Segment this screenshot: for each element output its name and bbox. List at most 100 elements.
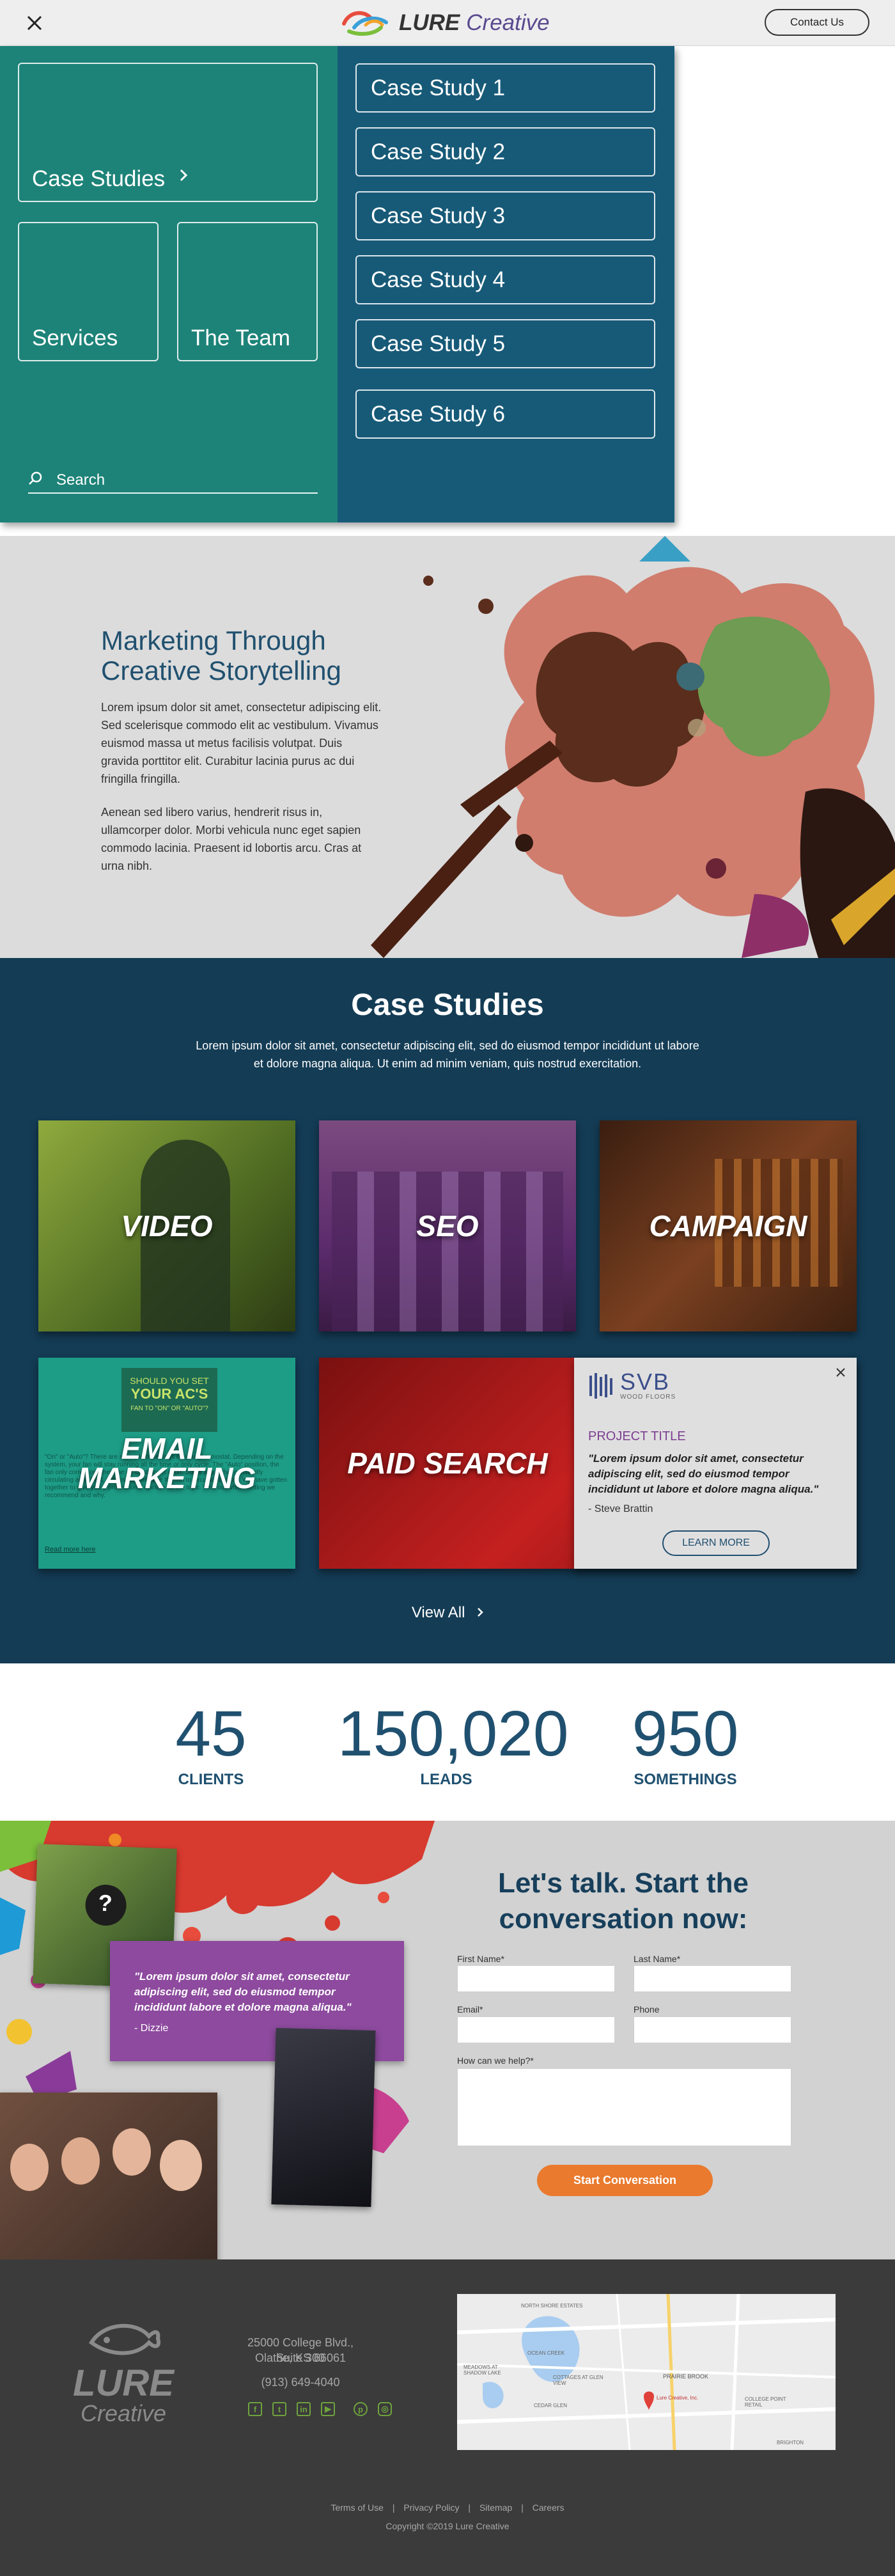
label-phone: Phone (634, 2004, 660, 2014)
footer-address-line2: Olathe, KS 66061 (254, 2352, 346, 2364)
linkedin-icon[interactable]: in (297, 2402, 311, 2416)
map-label: OCEAN CREEK (527, 2350, 565, 2356)
card-campaign[interactable]: CAMPAIGN (600, 1120, 857, 1331)
phone-input[interactable] (634, 2016, 791, 2043)
popup-close-icon[interactable] (835, 1367, 846, 1378)
stat-label: LEADS (420, 1771, 472, 1788)
search-field[interactable]: Search (28, 468, 318, 494)
stat-value: 45 (175, 1698, 247, 1770)
svb-logo-text: SVB (620, 1369, 671, 1395)
help-textarea[interactable] (457, 2068, 791, 2146)
view-all-link[interactable]: View All (0, 1604, 895, 1622)
case-study-link-4[interactable]: Case Study 4 (355, 255, 655, 304)
chevron-right-icon (477, 1604, 483, 1621)
stat-label: SOMETHINGS (634, 1771, 737, 1788)
card-label: CAMPAIGN (649, 1209, 807, 1243)
start-conversation-button[interactable]: Start Conversation (537, 2165, 713, 2196)
stat-value: 150,020 (338, 1698, 569, 1770)
paint-splatter-image (371, 536, 895, 958)
project-quote-author: - Steve Brattin (588, 1504, 653, 1514)
pinterest-icon[interactable]: p (354, 2402, 368, 2416)
case-study-link-3[interactable]: Case Study 3 (355, 191, 655, 240)
facebook-icon[interactable]: f (248, 2402, 262, 2416)
youtube-icon[interactable]: ▶ (321, 2402, 335, 2416)
footer-logo[interactable]: LURE Creative (63, 2317, 184, 2425)
card-seo[interactable]: SEO (319, 1120, 576, 1331)
card-label: EMAIL MARKETING (38, 1358, 295, 1569)
stat-somethings: 950 SOMETHINGS (577, 1702, 794, 1789)
footer-link-sitemap[interactable]: Sitemap (479, 2502, 512, 2513)
project-title: PROJECT TITLE (588, 1429, 686, 1443)
instagram-icon[interactable]: ◎ (378, 2402, 392, 2416)
case-study-popup: SVB WOOD FLOORS PROJECT TITLE "Lorem ips… (574, 1358, 857, 1569)
chevron-right-icon (179, 162, 188, 188)
svb-logo-icon (589, 1372, 612, 1399)
tile-services[interactable]: Services (18, 222, 159, 361)
stats-section: 45 CLIENTS 150,020 LEADS 950 SOMETHINGS (0, 1663, 895, 1821)
lure-swoosh-icon (342, 11, 388, 36)
map-pin-label: Lure Creative, Inc. (657, 2395, 699, 2401)
map-label: BRIGHTON (777, 2440, 804, 2446)
hero-section: Marketing Through Creative Storytelling … (0, 536, 895, 958)
stat-value: 950 (632, 1698, 739, 1770)
face (160, 2140, 202, 2191)
map-label: CEDAR GLEN (534, 2403, 568, 2408)
view-all-label: View All (411, 1604, 465, 1621)
link-divider: | (521, 2502, 524, 2513)
footer-phone[interactable]: (913) 649-4040 (237, 2375, 364, 2390)
close-icon[interactable] (23, 12, 46, 35)
tile-case-studies[interactable]: Case Studies (18, 63, 318, 202)
stat-leads: 150,020 LEADS (338, 1698, 569, 1789)
last-name-input[interactable] (634, 1965, 791, 1992)
hero-title: Marketing Through Creative Storytelling (101, 625, 341, 686)
map-label: PRAIRIE BROOK (663, 2373, 709, 2380)
footer-link-careers[interactable]: Careers (533, 2502, 564, 2513)
footer-logo-word: LURE (73, 2362, 174, 2404)
contact-section: ? "Lorem ipsum dolor sit amet, consectet… (0, 1821, 895, 2259)
lure-fish-icon (88, 2323, 160, 2355)
card-label: SEO (416, 1209, 479, 1243)
label-email: Email* (457, 2004, 483, 2014)
tile-team[interactable]: The Team (177, 222, 318, 361)
footer-map[interactable]: NORTH SHORE ESTATES OCEAN CREEK MEADOWS … (457, 2294, 836, 2450)
footer-logo-sub: Creative (80, 2400, 167, 2426)
case-studies-title: Case Studies (351, 988, 544, 1022)
tile-label: Services (32, 326, 118, 350)
twitter-icon[interactable]: t (272, 2402, 286, 2416)
learn-more-button[interactable]: LEARN MORE (662, 1530, 770, 1556)
footer-link-terms[interactable]: Terms of Use (331, 2502, 383, 2513)
label-first-name: First Name* (457, 1954, 504, 1964)
case-study-link-2[interactable]: Case Study 2 (355, 127, 655, 177)
map-graphic (457, 2294, 836, 2450)
contact-button[interactable]: Contact Us (765, 9, 869, 36)
search-icon (28, 471, 42, 490)
card-video[interactable]: VIDEO (38, 1120, 295, 1331)
case-study-link-1[interactable]: Case Study 1 (355, 63, 655, 113)
card-label: VIDEO (121, 1209, 213, 1243)
search-label: Search (56, 471, 105, 489)
footer-link-privacy[interactable]: Privacy Policy (403, 2502, 459, 2513)
site-logo[interactable]: LURE Creative (340, 8, 550, 38)
case-study-link-6[interactable]: Case Study 6 (355, 389, 655, 439)
case-studies-intro: Lorem ipsum dolor sit amet, consectetur … (196, 1039, 699, 1070)
link-divider: | (468, 2502, 471, 2513)
map-label: MEADOWS AT SHADOW LAKE (463, 2364, 501, 2376)
stat-clients: 45 CLIENTS (102, 1702, 320, 1789)
menu-right-panel: Case Study 1 Case Study 2 Case Study 3 C… (338, 46, 674, 522)
copyright: Copyright ©2019 Lure Creative (385, 2521, 510, 2531)
contact-title: Let's talk. Start the conversation now: (498, 1867, 749, 1935)
email-input[interactable] (457, 2016, 615, 2043)
face (113, 2128, 151, 2176)
testimonial-quote: "Lorem ipsum dolor sit amet, consectetur… (134, 1970, 352, 2013)
team-photo-2 (0, 2093, 217, 2259)
dog-photo (271, 2028, 376, 2207)
card-label: PAID SEARCH (347, 1447, 548, 1480)
logo-sub: Creative (466, 10, 550, 35)
label-last-name: Last Name* (634, 1954, 681, 1964)
first-name-input[interactable] (457, 1965, 615, 1992)
case-study-link-5[interactable]: Case Study 5 (355, 319, 655, 368)
site-header: LURE Creative Contact Us (0, 0, 895, 46)
menu-left-panel: Case Studies Services The Team Search (0, 46, 338, 522)
card-email-marketing[interactable]: SHOULD YOU SET YOUR AC'S FAN TO "ON" OR … (38, 1358, 295, 1569)
mega-menu: Case Studies Services The Team Search Ca… (0, 46, 674, 522)
